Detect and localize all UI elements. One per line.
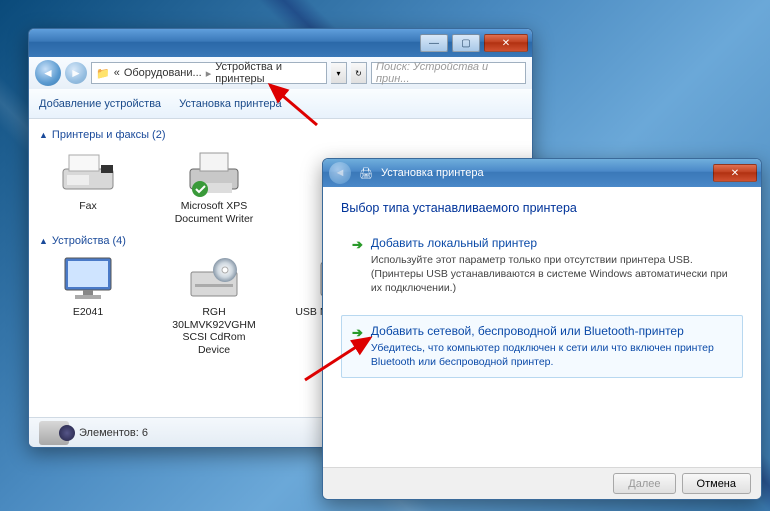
refresh-button[interactable]: ↻: [351, 62, 367, 84]
search-input[interactable]: Поиск: Устройства и прин...: [371, 62, 526, 84]
wizard-close-button[interactable]: ✕: [713, 164, 757, 182]
add-printer-link[interactable]: Установка принтера: [179, 98, 282, 110]
wizard-back-button[interactable]: ◄: [329, 162, 351, 184]
option-network-printer[interactable]: ➔ Добавить сетевой, беспроводной или Blu…: [341, 315, 743, 378]
explorer-titlebar: — ▢ ✕: [29, 29, 532, 57]
forward-button[interactable]: ►: [65, 62, 87, 84]
collapse-icon: ▲: [39, 130, 48, 140]
camera-icon: [39, 421, 69, 445]
explorer-toolbar: Добавление устройства Установка принтера: [29, 89, 532, 119]
status-text: Элементов: 6: [79, 427, 148, 439]
maximize-button[interactable]: ▢: [452, 34, 480, 52]
device-fax[interactable]: Fax: [39, 149, 137, 225]
minimize-button[interactable]: —: [420, 34, 448, 52]
printer-icon: 🖨: [359, 167, 373, 180]
wizard-footer: Далее Отмена: [323, 467, 761, 499]
monitor-icon: [58, 255, 118, 303]
breadcrumb-dropdown[interactable]: ▾: [331, 62, 347, 84]
breadcrumb-part[interactable]: Оборудовани...: [124, 67, 202, 79]
option-local-printer[interactable]: ➔ Добавить локальный принтер Используйте…: [341, 227, 743, 305]
breadcrumb[interactable]: 📁 « Оборудовани... ▸ Устройства и принте…: [91, 62, 327, 84]
collapse-icon: ▲: [39, 236, 48, 246]
folder-icon: 📁: [96, 67, 110, 80]
back-button[interactable]: ◄: [35, 60, 61, 86]
arrow-icon: ➔: [352, 325, 363, 341]
device-xps-writer[interactable]: Microsoft XPS Document Writer: [165, 149, 263, 225]
group-header-printers[interactable]: ▲ Принтеры и факсы (2): [39, 129, 522, 141]
wizard-titlebar: ◄ 🖨 Установка принтера ✕: [323, 159, 761, 187]
breadcrumb-part[interactable]: Устройства и принтеры: [215, 61, 322, 85]
add-printer-wizard: ◄ 🖨 Установка принтера ✕ Выбор типа уста…: [322, 158, 762, 500]
wizard-heading: Выбор типа устанавливаемого принтера: [341, 201, 743, 215]
device-monitor[interactable]: E2041: [39, 255, 137, 356]
device-cdrom[interactable]: RGH 30LMVK92VGHM SCSI CdRom Device: [165, 255, 263, 356]
arrow-icon: ➔: [352, 237, 363, 253]
cancel-button[interactable]: Отмена: [682, 473, 751, 494]
close-button[interactable]: ✕: [484, 34, 528, 52]
optical-drive-icon: [184, 255, 244, 303]
next-button[interactable]: Далее: [613, 473, 675, 494]
wizard-title: Установка принтера: [381, 167, 484, 179]
add-device-link[interactable]: Добавление устройства: [39, 98, 161, 110]
address-bar: ◄ ► 📁 « Оборудовани... ▸ Устройства и пр…: [29, 57, 532, 89]
fax-icon: [58, 149, 118, 197]
printer-icon: [184, 149, 244, 197]
wizard-body: Выбор типа устанавливаемого принтера ➔ Д…: [323, 187, 761, 467]
